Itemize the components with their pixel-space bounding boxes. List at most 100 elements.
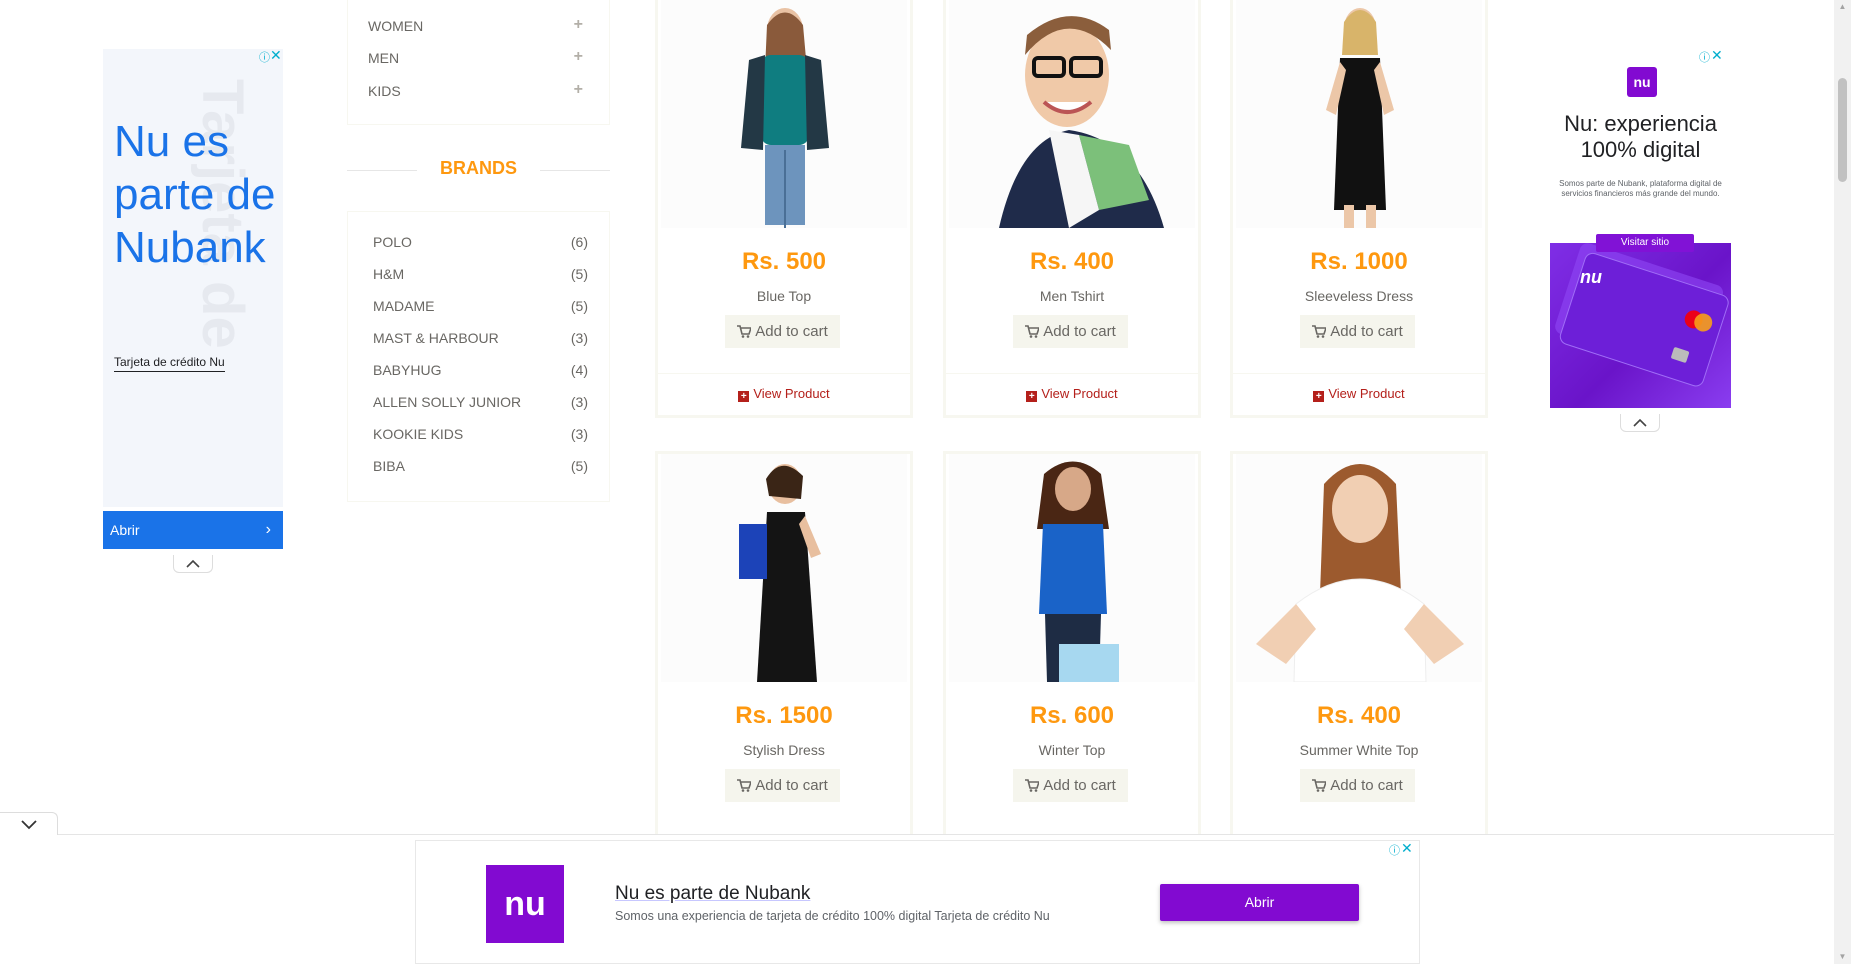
adchoices-info-icon[interactable]: ⓘ — [1389, 842, 1400, 858]
left-ad-collapse-button[interactable] — [173, 555, 213, 573]
bottom-advertisement[interactable]: nu Nu es parte de Nubank Somos una exper… — [415, 840, 1420, 964]
brand-name: MADAME — [373, 298, 435, 314]
view-product-link[interactable]: + View Product — [946, 373, 1198, 415]
nubank-logo: nu — [486, 865, 564, 943]
product-card: Rs. 400 Summer White Top Add to cart — [1230, 451, 1488, 872]
ad-close-icon[interactable]: ✕ — [1401, 840, 1413, 857]
category-men[interactable]: MEN — [368, 50, 399, 66]
product-card: Rs. 1000 Sleeveless Dress Add to cart + V… — [1230, 0, 1488, 418]
bottom-ad-description: Somos una experiencia de tarjeta de créd… — [615, 909, 1050, 923]
brand-name: ALLEN SOLLY JUNIOR — [373, 394, 522, 410]
left-ad-open-button[interactable]: Abrir › — [103, 511, 283, 549]
card-brand-text: nu — [1580, 267, 1602, 287]
expand-plus-icon[interactable]: + — [574, 81, 583, 99]
product-card: Rs. 600 Winter Top Add to cart — [943, 451, 1201, 872]
brand-link[interactable]: MADAME (5) — [373, 298, 588, 314]
product-image — [661, 454, 907, 682]
right-ad-small-text: Somos parte de Nubank, plataforma digita… — [1559, 179, 1722, 198]
expand-plus-icon[interactable]: + — [574, 16, 583, 34]
chevron-right-icon: › — [265, 521, 271, 538]
product-price: Rs. 600 — [1029, 702, 1115, 729]
brand-count: (3) — [570, 426, 588, 442]
nubank-logo: nu — [1627, 67, 1657, 97]
bottom-ad-collapse-button[interactable] — [0, 812, 58, 837]
product-name: Stylish Dress — [743, 742, 825, 758]
shopping-cart-icon — [737, 325, 752, 338]
product-price: Rs. 400 — [1316, 702, 1402, 729]
brand-link[interactable]: BABYHUG (4) — [373, 362, 588, 378]
chevron-up-icon — [186, 559, 200, 568]
brand-count: (6) — [570, 234, 588, 250]
view-product-link[interactable]: + View Product — [658, 373, 910, 415]
right-ad-headline[interactable]: Nu: experiencia 100% digital — [1550, 111, 1731, 163]
product-price: Rs. 1000 — [1310, 248, 1408, 275]
shopping-cart-icon — [1025, 325, 1040, 338]
plus-square-icon: + — [1026, 391, 1038, 402]
brand-name: H&M — [373, 266, 405, 282]
left-advertisement[interactable]: Tarjeta de Nu es parte de Nubank Tarjeta… — [103, 49, 283, 573]
product-card: Rs. 500 Blue Top Add to cart + View Produ… — [655, 0, 913, 418]
right-ad-collapse-button[interactable] — [1620, 414, 1660, 432]
brand-link[interactable]: KOOKIE KIDS (3) — [373, 426, 588, 442]
add-to-cart-button[interactable]: Add to cart — [1013, 315, 1128, 348]
shopping-cart-icon — [1312, 779, 1327, 792]
view-product-link[interactable]: + View Product — [1233, 373, 1485, 415]
product-image — [1236, 454, 1482, 682]
scrollbar-thumb[interactable] — [1838, 78, 1847, 182]
brand-count: (5) — [570, 266, 588, 282]
brand-link[interactable]: POLO (6) — [373, 234, 588, 250]
right-advertisement[interactable]: nu Nu: experiencia 100% digital Somos pa… — [1550, 49, 1731, 432]
add-to-cart-button[interactable]: Add to cart — [725, 769, 840, 802]
brands-heading: BRANDS — [439, 158, 517, 178]
brand-count: (3) — [570, 394, 588, 410]
adchoices-info-icon[interactable]: ⓘ — [259, 49, 270, 65]
category-panel: WOMEN + MEN + KIDS + — [347, 0, 610, 125]
chevron-up-icon — [1633, 418, 1647, 427]
product-image — [949, 0, 1195, 228]
page-scrollbar[interactable]: ▲ ▼ — [1834, 0, 1851, 964]
product-price: Rs. 400 — [1029, 248, 1115, 275]
ad-close-icon[interactable]: ✕ — [270, 47, 282, 64]
shopping-cart-icon — [1312, 325, 1327, 338]
left-ad-card[interactable]: Tarjeta de Nu es parte de Nubank Tarjeta… — [103, 49, 283, 507]
add-to-cart-button[interactable]: Add to cart — [1013, 769, 1128, 802]
chevron-down-icon — [21, 820, 37, 830]
add-to-cart-button[interactable]: Add to cart — [725, 315, 840, 348]
add-to-cart-button[interactable]: Add to cart — [1300, 315, 1415, 348]
left-ad-subtitle[interactable]: Tarjeta de crédito Nu — [114, 355, 225, 372]
brand-count: (5) — [570, 298, 588, 314]
brand-link[interactable]: MAST & HARBOUR (3) — [373, 330, 588, 346]
plus-square-icon: + — [1313, 391, 1325, 402]
bottom-ad-open-button[interactable]: Abrir — [1160, 884, 1359, 921]
product-price: Rs. 500 — [741, 248, 827, 275]
brand-link[interactable]: H&M (5) — [373, 266, 588, 282]
brand-name: BIBA — [373, 458, 405, 474]
product-name: Men Tshirt — [1039, 288, 1105, 304]
add-to-cart-button[interactable]: Add to cart — [1300, 769, 1415, 802]
credit-card-image[interactable]: nu — [1550, 243, 1731, 408]
brand-count: (5) — [570, 458, 588, 474]
scroll-down-arrow-icon[interactable]: ▼ — [1834, 950, 1851, 964]
shopping-cart-icon — [737, 779, 752, 792]
brands-panel: POLO (6) H&M (5) MADAME (5) MAST & HARBOUR (… — [347, 211, 610, 502]
product-image — [661, 0, 907, 228]
scroll-up-arrow-icon[interactable]: ▲ — [1834, 0, 1851, 14]
product-image — [949, 454, 1195, 682]
category-kids[interactable]: KIDS — [368, 83, 401, 99]
category-women[interactable]: WOMEN — [368, 18, 423, 34]
product-card: Rs. 400 Men Tshirt Add to cart + View Pro… — [943, 0, 1201, 418]
left-ad-headline[interactable]: Nu es parte de Nubank — [114, 115, 279, 274]
brand-link[interactable]: BIBA (5) — [373, 458, 588, 474]
brand-name: POLO — [373, 234, 412, 250]
bottom-ad-title[interactable]: Nu es parte de Nubank — [615, 883, 810, 905]
left-ad-open-label: Abrir — [110, 522, 140, 538]
product-name: Sleeveless Dress — [1304, 288, 1414, 304]
shopping-cart-icon — [1025, 779, 1040, 792]
brand-name: BABYHUG — [373, 362, 442, 378]
brand-count: (4) — [570, 362, 588, 378]
brand-link[interactable]: ALLEN SOLLY JUNIOR (3) — [373, 394, 588, 410]
expand-plus-icon[interactable]: + — [574, 48, 583, 66]
product-name: Summer White Top — [1299, 742, 1419, 758]
brand-name: MAST & HARBOUR — [373, 330, 499, 346]
visit-site-button[interactable]: Visitar sitio — [1596, 234, 1694, 252]
